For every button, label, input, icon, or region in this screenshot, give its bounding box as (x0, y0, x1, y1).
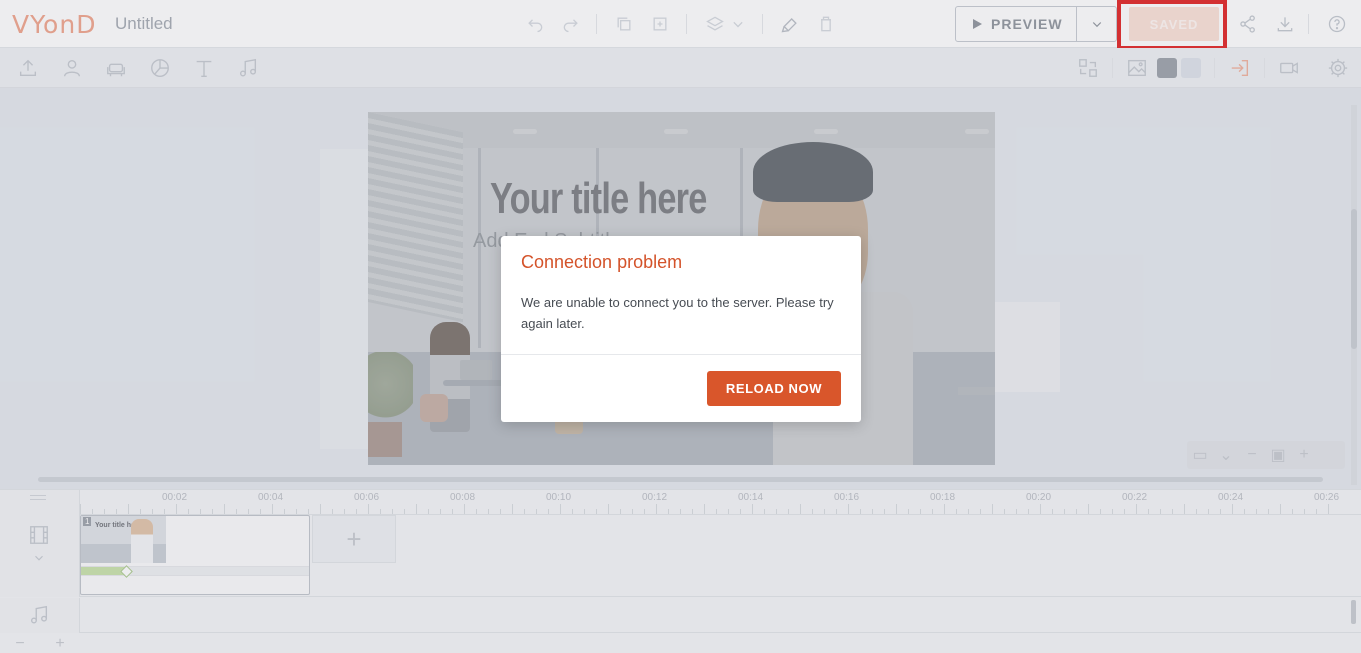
connection-problem-dialog: Connection problem We are unable to conn… (501, 236, 861, 422)
dialog-message: We are unable to connect you to the serv… (521, 295, 834, 331)
dialog-divider (501, 354, 861, 355)
dialog-title: Connection problem (521, 252, 683, 272)
reload-now-button[interactable]: RELOAD NOW (707, 371, 841, 406)
